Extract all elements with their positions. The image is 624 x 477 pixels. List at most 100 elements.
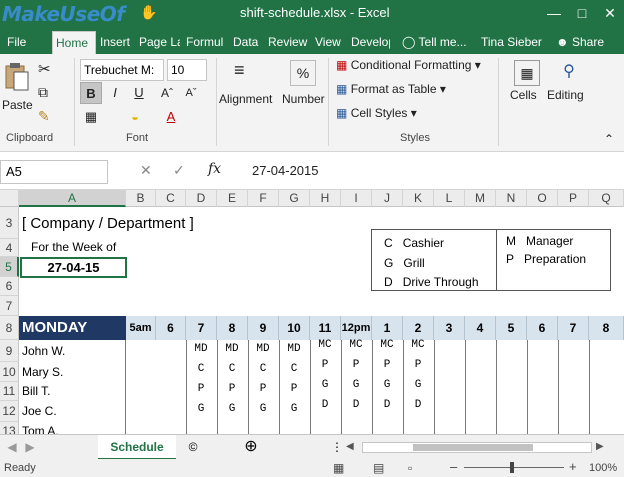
- select-all-corner[interactable]: [0, 190, 19, 207]
- sheet-tab-schedule[interactable]: Schedule: [98, 435, 176, 460]
- legend-item: G Grill: [384, 256, 425, 270]
- tab-split-handle[interactable]: ⋮: [330, 435, 344, 460]
- zoom-slider-thumb[interactable]: [510, 462, 514, 473]
- close-button[interactable]: ✕: [596, 0, 624, 26]
- cells-button[interactable]: Cells: [510, 88, 537, 102]
- hour-header: 5am: [126, 316, 156, 340]
- horizontal-scrollbar[interactable]: [362, 442, 592, 453]
- shrink-font-icon[interactable]: Aˇ: [180, 82, 202, 104]
- tab-developer[interactable]: Develop: [348, 31, 390, 54]
- percent-icon[interactable]: %: [290, 60, 316, 86]
- tell-me[interactable]: ◯ Tell me...: [399, 31, 470, 54]
- week-date-cell[interactable]: 27-04-15: [20, 257, 127, 278]
- tab-insert[interactable]: Insert: [97, 31, 133, 54]
- column-header-n[interactable]: N: [496, 190, 527, 207]
- format-painter-icon[interactable]: ✎: [38, 108, 50, 125]
- collapse-ribbon-icon[interactable]: ⌃: [604, 132, 614, 146]
- font-name-input[interactable]: Trebuchet M:: [80, 59, 164, 81]
- row-header[interactable]: 12: [0, 401, 19, 422]
- row-header[interactable]: 11: [0, 382, 19, 401]
- row-header[interactable]: 7: [0, 296, 19, 316]
- alignment-icon[interactable]: ≡: [234, 60, 245, 81]
- zoom-level[interactable]: 100%: [589, 462, 617, 474]
- conditional-formatting-button[interactable]: ▦ Conditional Formatting ▾: [336, 58, 481, 72]
- cells-icon[interactable]: ▦: [514, 60, 540, 86]
- scrollbar-thumb[interactable]: [413, 444, 533, 451]
- sheet-grid[interactable]: [ Company / Department ] For the Week of…: [19, 207, 624, 440]
- formula-input[interactable]: 27-04-2015: [252, 163, 319, 178]
- zoom-out-icon[interactable]: –: [450, 459, 457, 474]
- sheet-tab-copyright[interactable]: ©: [180, 435, 206, 460]
- column-header-m[interactable]: M: [465, 190, 496, 207]
- underline-button[interactable]: U: [128, 82, 150, 104]
- row-header[interactable]: 8: [0, 316, 19, 340]
- column-header-d[interactable]: D: [186, 190, 217, 207]
- column-header-e[interactable]: E: [217, 190, 248, 207]
- cut-icon[interactable]: ✂: [38, 60, 51, 78]
- row-header[interactable]: 10: [0, 362, 19, 382]
- column-header-l[interactable]: L: [434, 190, 465, 207]
- column-header-g[interactable]: G: [279, 190, 310, 207]
- grow-font-icon[interactable]: Aˆ: [156, 82, 178, 104]
- scroll-right-icon[interactable]: ▶: [596, 440, 610, 454]
- font-size-input[interactable]: 10: [167, 59, 207, 81]
- column-header-c[interactable]: C: [156, 190, 186, 207]
- column-header-a[interactable]: A: [19, 190, 126, 207]
- column-header-o[interactable]: O: [527, 190, 558, 207]
- page-layout-view-icon[interactable]: ▤: [373, 461, 384, 475]
- cancel-icon[interactable]: ✕: [140, 162, 152, 179]
- font-color-icon[interactable]: A: [160, 106, 182, 128]
- hour-header: 9: [248, 316, 279, 340]
- row-header[interactable]: 9: [0, 340, 19, 362]
- user-name[interactable]: Tina Sieber: [478, 31, 545, 54]
- column-header-j[interactable]: J: [372, 190, 403, 207]
- search-icon[interactable]: ⚲: [556, 60, 582, 86]
- next-sheet-icon[interactable]: ▶: [22, 435, 38, 460]
- column-header-p[interactable]: P: [558, 190, 589, 207]
- column-header-b[interactable]: B: [126, 190, 156, 207]
- paste-icon[interactable]: [4, 60, 32, 94]
- restore-button[interactable]: □: [568, 0, 596, 26]
- column-header-k[interactable]: K: [403, 190, 434, 207]
- enter-icon[interactable]: ✓: [173, 162, 185, 179]
- tab-page-layout[interactable]: Page La: [136, 31, 180, 54]
- touch-mode-icon[interactable]: ✋: [140, 3, 158, 21]
- format-as-table-button[interactable]: ▦ Format as Table ▾: [336, 82, 446, 96]
- tab-view[interactable]: View: [312, 31, 344, 54]
- tab-home[interactable]: Home: [52, 31, 96, 54]
- column-header-f[interactable]: F: [248, 190, 279, 207]
- fill-color-icon[interactable]: ◒: [124, 106, 146, 128]
- insert-function-button[interactable]: fx: [208, 161, 221, 177]
- borders-icon[interactable]: ▦: [80, 106, 102, 128]
- tab-file[interactable]: File: [4, 31, 29, 54]
- shift-code: C: [290, 363, 298, 375]
- prev-sheet-icon[interactable]: ◀: [4, 435, 20, 460]
- number-button[interactable]: Number: [282, 92, 325, 106]
- column-header-h[interactable]: H: [310, 190, 341, 207]
- row-header[interactable]: 4: [0, 239, 19, 257]
- zoom-in-icon[interactable]: +: [569, 459, 577, 474]
- editing-button[interactable]: Editing: [547, 88, 584, 102]
- copy-icon[interactable]: ⧉: [38, 84, 48, 101]
- bold-button[interactable]: B: [80, 82, 102, 104]
- italic-button[interactable]: I: [104, 82, 126, 104]
- alignment-button[interactable]: Alignment: [219, 92, 272, 106]
- add-sheet-icon[interactable]: ⊕: [238, 435, 264, 460]
- tab-data[interactable]: Data: [230, 31, 261, 54]
- row-header[interactable]: 5: [0, 257, 19, 277]
- column-header-q[interactable]: Q: [589, 190, 624, 207]
- paste-button[interactable]: Paste: [2, 98, 33, 112]
- tab-review[interactable]: Review: [265, 31, 310, 54]
- scroll-left-icon[interactable]: ◀: [346, 440, 360, 454]
- page-break-view-icon[interactable]: ▫: [408, 461, 412, 475]
- row-header[interactable]: 3: [0, 207, 19, 239]
- normal-view-icon[interactable]: ▦: [333, 461, 344, 475]
- zoom-slider[interactable]: [464, 462, 564, 473]
- row-header[interactable]: 6: [0, 277, 19, 296]
- name-box[interactable]: A5: [0, 160, 108, 184]
- column-header-i[interactable]: I: [341, 190, 372, 207]
- cell-styles-button[interactable]: ▦ Cell Styles ▾: [336, 106, 417, 120]
- share-button[interactable]: ☻ Share: [553, 31, 607, 54]
- minimize-button[interactable]: —: [540, 0, 568, 26]
- tab-formulas[interactable]: Formul: [183, 31, 227, 54]
